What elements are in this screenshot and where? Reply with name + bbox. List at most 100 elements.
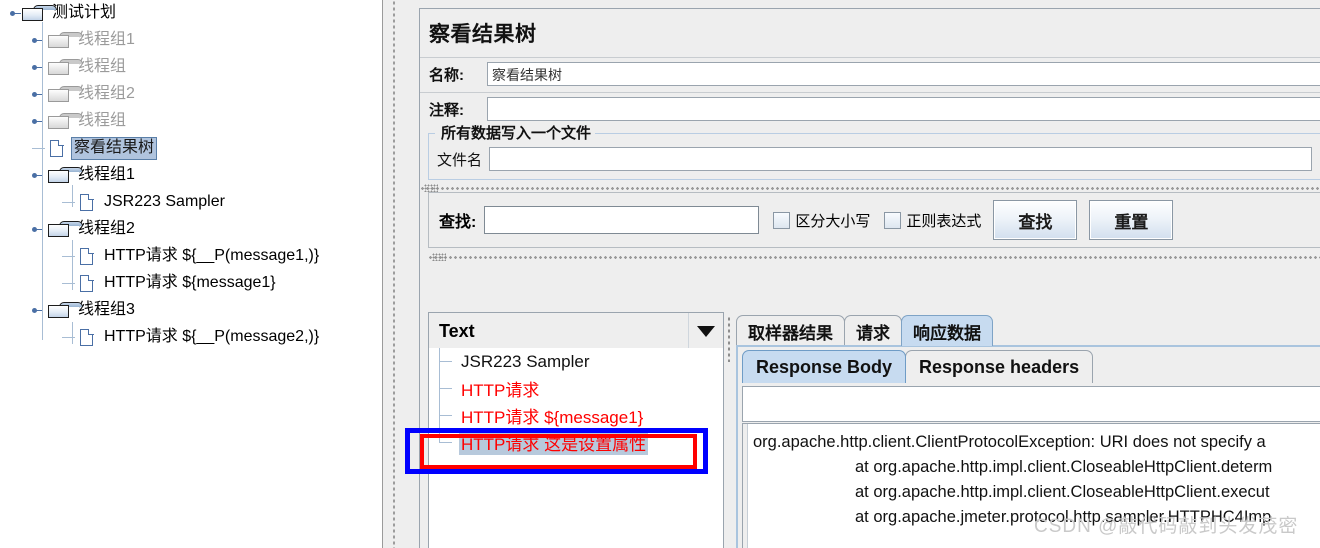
tree-node[interactable]: 线程组1 [0,162,382,189]
tree-node[interactable]: 测试计划 [0,0,382,27]
result-tab[interactable]: 请求 [844,315,902,346]
document-icon [78,247,96,267]
regex-checkbox[interactable]: 正则表达式 [884,210,981,231]
tree-connector [439,442,452,443]
tree-connector [62,256,75,257]
sample-result-list[interactable]: JSR223 Sampler HTTP请求 HTTP请求 ${message1} HT… [428,348,724,548]
tree-connector [439,361,452,362]
folder-icon [48,302,83,319]
split-grip [424,184,438,192]
response-body-line: org.apache.http.client.ClientProtocolExc… [753,433,1266,451]
tree-node-label: HTTP请求 ${message1} [104,274,276,291]
tree-node-label: 线程组 [78,112,127,129]
tree-connector [62,283,75,284]
folder-gray-icon [48,32,83,49]
tree-node-label: 察看结果树 [71,137,158,160]
tree-connector [72,240,73,290]
document-icon [78,328,96,348]
response-body-line: at org.apache.http.impl.client.Closeable… [855,483,1270,501]
tree-node-label: 线程组2 [78,85,135,102]
tree-connector [62,202,75,203]
response-tab[interactable]: Response Body [742,350,907,383]
tree-connector [72,322,73,344]
comment-field[interactable] [487,97,1320,121]
tree-node[interactable]: 线程组3 [0,297,382,324]
filename-label: 文件名 [437,151,483,169]
response-tab[interactable]: Response headers [905,350,1094,383]
folder-icon [48,167,83,184]
result-list-item-label: HTTP请求 ${message1} [461,408,644,427]
tree-connector [72,185,73,207]
result-list-item[interactable]: HTTP请求 ${message1} [429,402,723,429]
jmeter-window: 测试计划 线程组1 线程组 线程组2 线程组 察看结果树 线程组1 JSR223 Sample… [0,0,1320,548]
reset-button[interactable]: 重置 [1089,200,1174,240]
tree-connector [439,388,452,389]
tree-node-label: JSR223 Sampler [104,193,225,210]
tree-node-label: 线程组2 [78,220,135,237]
filename-row: 文件名 [437,139,1312,171]
find-button[interactable]: 查找 [993,200,1078,240]
result-tabs[interactable]: 取样器结果 请求 响应数据 [736,312,1320,346]
tree-node[interactable]: 线程组 [0,108,382,135]
result-list-item[interactable]: HTTP请求 这是设置属性 [429,429,723,456]
match-case-checkbox[interactable]: 区分大小写 [773,210,870,231]
folder-gray-icon [48,113,83,130]
name-field[interactable]: 察看结果树 [487,62,1320,86]
results-splitter[interactable] [724,312,736,548]
test-plan-tree[interactable]: 测试计划 线程组1 线程组 线程组2 线程组 察看结果树 线程组1 JSR223 Sample… [0,0,382,548]
result-tab[interactable]: 响应数据 [901,315,993,346]
folder-icon [48,221,83,238]
result-list-item[interactable]: JSR223 Sampler [429,348,723,375]
tree-connector [42,22,43,340]
name-row: 名称: 察看结果树 [420,58,1320,90]
tree-node-label: 测试计划 [52,4,117,21]
document-icon [78,193,96,213]
lower-split-divider[interactable] [428,253,1320,261]
tree-node-label: HTTP请求 ${__P(message1,)} [104,247,320,264]
tree-node-label: 线程组1 [78,31,135,48]
response-body-line: at org.apache.jmeter.protocol.http.sampl… [855,508,1272,526]
tree-connector [62,337,75,338]
splitter-grip [727,316,732,362]
tree-expander-expanded-icon[interactable] [10,8,21,19]
response-tabs[interactable]: Response Body Response headers [738,347,1320,383]
tree-node[interactable]: HTTP请求 ${message1} [0,270,382,297]
splitter-grip [392,0,396,548]
result-list-item-label: JSR223 Sampler [461,351,590,371]
filename-field[interactable] [489,147,1312,171]
result-tab[interactable]: 取样器结果 [736,315,845,346]
view-results-tree-panel: 察看结果树 名称: 察看结果树 注释: 所有数据写入一个文件 文件名 查找: 区… [419,8,1320,548]
tree-node[interactable]: HTTP请求 ${__P(message2,)} [0,324,382,351]
search-label: 查找: [439,214,477,231]
search-bar: 查找: 区分大小写 正则表达式 查找 重置 [428,192,1320,248]
renderer-value: Text [439,320,475,341]
tree-connector [32,148,45,149]
tree-node[interactable]: HTTP请求 ${__P(message1,)} [0,243,382,270]
main-splitter[interactable] [382,0,412,548]
folder-icon [22,5,57,22]
tree-node-label: HTTP请求 ${__P(message2,)} [104,328,320,345]
tree-node-label: 线程组 [78,58,127,75]
response-body-text[interactable]: org.apache.http.client.ClientProtocolExc… [742,423,1320,548]
write-all-data-group: 所有数据写入一个文件 文件名 [428,122,1320,180]
tree-node[interactable]: 察看结果树 [0,135,382,162]
result-list-item[interactable]: HTTP请求 [429,375,723,402]
result-list-item-label: HTTP请求 这是设置属性 [459,430,649,455]
tree-node-label: 线程组3 [78,301,135,318]
folder-gray-icon [48,86,83,103]
tree-node[interactable]: 线程组2 [0,81,382,108]
results-list-pane: Text JSR223 Sampler HTTP请求 HTTP请求 ${messag… [428,312,724,548]
tree-node[interactable]: JSR223 Sampler [0,189,382,216]
chevron-down-icon[interactable] [688,313,723,349]
group-title: 所有数据写入一个文件 [437,122,596,143]
tree-node[interactable]: 线程组2 [0,216,382,243]
renderer-dropdown[interactable]: Text [428,312,724,350]
upper-split-divider[interactable] [420,184,1320,192]
response-find-field[interactable] [742,386,1320,422]
result-list-item-label: HTTP请求 [461,381,540,400]
search-input[interactable] [484,206,760,234]
tree-node[interactable]: 线程组1 [0,27,382,54]
regex-label: 正则表达式 [906,212,982,230]
comment-label: 注释: [429,101,464,119]
tree-node[interactable]: 线程组 [0,54,382,81]
